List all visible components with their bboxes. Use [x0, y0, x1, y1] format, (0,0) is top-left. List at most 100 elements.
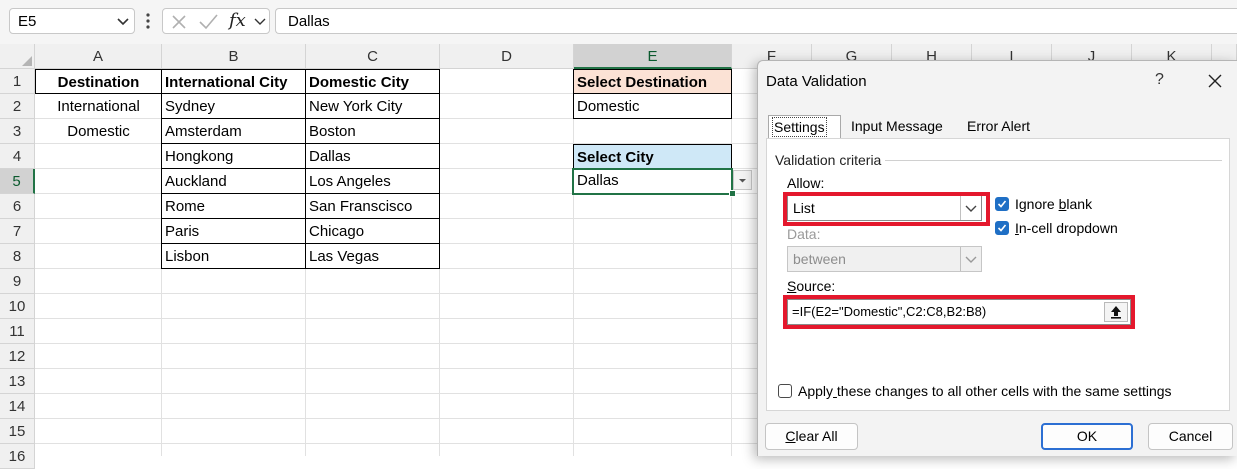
- data-label: Data:: [787, 226, 821, 242]
- insert-function-button[interactable]: fx: [229, 10, 246, 31]
- apply-to-all-label[interactable]: Apply these changes to all other cells w…: [798, 383, 1172, 399]
- cell-b6[interactable]: Rome: [161, 193, 306, 219]
- cell-e1[interactable]: Select Destination: [573, 69, 732, 94]
- cancel-button[interactable]: Cancel: [1148, 423, 1233, 450]
- cell-a3[interactable]: Domestic: [35, 119, 162, 144]
- row-header-3[interactable]: 3: [0, 119, 35, 144]
- formula-actions: fx: [162, 8, 270, 34]
- chevron-down-icon[interactable]: [253, 12, 267, 30]
- ignore-blank-text-a: Ignore: [1015, 196, 1059, 212]
- column-header-d[interactable]: D: [440, 44, 574, 69]
- in-cell-dropdown-checkbox[interactable]: [995, 221, 1009, 235]
- row-header-14[interactable]: 14: [0, 394, 35, 419]
- data-dropdown-arrow: [960, 247, 981, 271]
- select-all-triangle-icon: [22, 56, 32, 66]
- help-button[interactable]: ?: [1155, 71, 1164, 89]
- name-box-value: E5: [18, 13, 37, 30]
- cell-b4[interactable]: Hongkong: [161, 143, 306, 169]
- row-header-1[interactable]: 1: [0, 69, 35, 94]
- apply-text-c: these changes to all other cells with th…: [836, 383, 1172, 399]
- data-validation-dialog: Data Validation ? Settings Input Message…: [757, 60, 1237, 456]
- cell-b8[interactable]: Lisbon: [161, 243, 306, 269]
- tab-error-alert[interactable]: Error Alert: [962, 115, 1050, 139]
- source-highlight-box: [783, 295, 1135, 329]
- cell-c1[interactable]: Domestic City: [305, 69, 440, 94]
- cancel-x-icon[interactable]: [169, 12, 189, 32]
- ignore-blank-checkbox[interactable]: [995, 197, 1009, 211]
- row-header-8[interactable]: 8: [0, 244, 35, 269]
- row-header-9[interactable]: 9: [0, 269, 35, 294]
- apply-to-all-checkbox[interactable]: [778, 384, 792, 398]
- cell-b2[interactable]: Sydney: [161, 93, 306, 119]
- row-header-12[interactable]: 12: [0, 344, 35, 369]
- formula-bar: E5 fx Dallas: [0, 0, 1237, 44]
- row-header-13[interactable]: 13: [0, 369, 35, 394]
- group-divider: [872, 160, 1222, 161]
- cell-c4[interactable]: Dallas: [305, 143, 440, 169]
- checkmark-icon: [997, 200, 1007, 208]
- cell-b1[interactable]: International City: [161, 69, 306, 94]
- enter-check-icon[interactable]: [197, 12, 219, 32]
- tab-input-message[interactable]: Input Message: [846, 115, 954, 139]
- source-text-a: S: [787, 278, 797, 294]
- row-header-2[interactable]: 2: [0, 94, 35, 119]
- chevron-down-icon: [739, 179, 746, 183]
- tab-settings-label: Settings: [772, 117, 827, 137]
- apply-text-a: Apply: [798, 383, 834, 399]
- cell-c5[interactable]: Los Angeles: [305, 168, 440, 194]
- row-header-16[interactable]: 16: [0, 444, 35, 469]
- cell-e4[interactable]: Select City: [573, 144, 732, 169]
- cell-e5-active[interactable]: Dallas: [572, 168, 733, 195]
- in-cell-dropdown-label[interactable]: In-cell dropdown: [1015, 220, 1118, 236]
- settings-panel: Validation criteria Allow: List Ignore b…: [766, 138, 1230, 411]
- cell-a1[interactable]: Destination: [35, 69, 162, 94]
- allow-highlight-box: [783, 192, 990, 226]
- chevron-down-icon: [965, 256, 977, 263]
- data-select: between: [787, 246, 982, 272]
- row-header-6[interactable]: 6: [0, 194, 35, 219]
- fill-handle[interactable]: [729, 190, 736, 197]
- source-text-b: ource:: [796, 278, 836, 294]
- row-header-15[interactable]: 15: [0, 419, 35, 444]
- checkmark-icon: [997, 224, 1007, 232]
- cell-b5[interactable]: Auckland: [161, 168, 306, 194]
- row-header-4[interactable]: 4: [0, 144, 35, 169]
- column-header-e[interactable]: E: [574, 44, 732, 69]
- cell-dropdown-button[interactable]: [733, 170, 752, 190]
- row-header-11[interactable]: 11: [0, 319, 35, 344]
- clear-all-text-a: C: [785, 428, 796, 444]
- cell-c2[interactable]: New York City: [305, 93, 440, 119]
- cell-c6[interactable]: San Franscisco: [305, 193, 440, 219]
- ok-button[interactable]: OK: [1041, 423, 1133, 450]
- tab-settings[interactable]: Settings: [768, 115, 841, 139]
- formula-input[interactable]: Dallas: [275, 8, 1237, 34]
- row-header-10[interactable]: 10: [0, 294, 35, 319]
- validation-criteria-label: Validation criteria: [775, 152, 886, 168]
- cell-b7[interactable]: Paris: [161, 218, 306, 244]
- column-header-c[interactable]: C: [306, 44, 440, 69]
- column-header-b[interactable]: B: [162, 44, 306, 69]
- name-box[interactable]: E5: [9, 8, 135, 34]
- more-dots-icon[interactable]: [146, 11, 150, 31]
- cell-b3[interactable]: Amsterdam: [161, 118, 306, 144]
- gridline: [731, 69, 732, 456]
- clear-all-button[interactable]: Clear All: [765, 423, 858, 450]
- cell-c8[interactable]: Las Vegas: [305, 243, 440, 269]
- cell-a2[interactable]: International: [35, 94, 162, 119]
- close-icon[interactable]: [1208, 74, 1222, 88]
- cell-c3[interactable]: Boston: [305, 118, 440, 144]
- ignore-blank-label[interactable]: Ignore blank: [1015, 196, 1092, 212]
- select-all-button[interactable]: [0, 44, 35, 69]
- row-header-7[interactable]: 7: [0, 219, 35, 244]
- ignore-blank-text-c: lank: [1066, 196, 1093, 212]
- cell-c7[interactable]: Chicago: [305, 218, 440, 244]
- cell-e2[interactable]: Domestic: [573, 93, 732, 119]
- column-header-a[interactable]: A: [35, 44, 162, 69]
- chevron-down-icon[interactable]: [116, 12, 130, 30]
- row-header-5[interactable]: 5: [0, 169, 35, 194]
- in-cell-text-b: n-cell dropdown: [1018, 220, 1118, 236]
- formula-value: Dallas: [288, 13, 330, 30]
- dialog-title: Data Validation: [766, 73, 867, 90]
- gridline: [573, 69, 574, 456]
- allow-label: Allow:: [787, 175, 825, 191]
